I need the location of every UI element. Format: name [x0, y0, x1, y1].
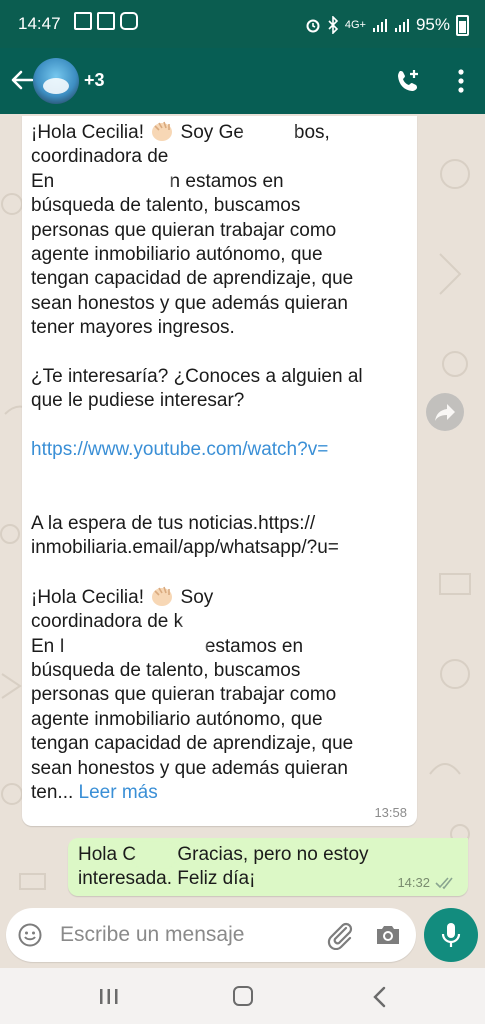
incoming-message[interactable]: ¡Hola Cecilia! Soy Gexxxxbos, coordinado…: [22, 116, 417, 826]
back-arrow-icon[interactable]: [8, 66, 36, 94]
outgoing-text: interesada. Feliz día¡: [78, 868, 256, 889]
attach-icon[interactable]: [324, 920, 354, 950]
greeting-text: ¡Hola Cecilia!: [31, 122, 150, 143]
chat-header: +3: [0, 48, 485, 114]
redacted-text: xxx: [183, 613, 224, 632]
intro-text: En: [31, 170, 60, 192]
intro-text: En I: [31, 635, 65, 657]
outgoing-text: Gracias, pero no estoy: [172, 844, 369, 865]
message-input[interactable]: [58, 919, 312, 951]
notification-icons: [74, 12, 138, 30]
waiting-text: A la espera de tus noticias.https:// inm…: [31, 512, 339, 558]
read-more-link[interactable]: Leer más: [79, 782, 158, 803]
emoji-icon[interactable]: [18, 923, 42, 947]
waving-hand-icon: [152, 121, 173, 141]
incoming-message-text: ¡Hola Cecilia! Soy Gexxxxbos, coordinado…: [31, 120, 411, 805]
signal-icon-2: [394, 18, 409, 32]
redacted-text: xx: [136, 845, 173, 864]
bluetooth-icon: [328, 15, 338, 34]
youtube-link[interactable]: https://www.youtube.com/watch?v=: [31, 439, 328, 460]
outgoing-text: Hola C: [78, 844, 137, 865]
redacted-text: xxxxxxxxxx: [64, 637, 205, 656]
battery-percent: 95%: [415, 14, 450, 34]
signal-icon: [372, 18, 387, 32]
screen-notification-icon: [97, 12, 115, 30]
message-body: búsqueda de talento, buscamos personas q…: [31, 195, 354, 339]
redacted-text: xxxxxxxx: [59, 172, 170, 191]
message-time: 14:32: [397, 875, 430, 890]
waving-hand-icon: [152, 586, 173, 606]
question-text: ¿Te interesaría? ¿Conoces a alguien al q…: [31, 366, 363, 412]
camera-icon[interactable]: [374, 922, 402, 948]
redacted-text: xxxx: [243, 123, 294, 142]
add-call-icon[interactable]: [395, 68, 421, 94]
microphone-icon: [441, 923, 461, 947]
outgoing-message-text: Hola Cxx Gracias, pero no estoy interesad…: [78, 843, 378, 891]
voice-record-button[interactable]: [424, 908, 478, 962]
recent-apps-icon[interactable]: [99, 988, 119, 1005]
greeting-text: Soy Ge: [175, 122, 244, 143]
alarm-icon: [306, 19, 320, 32]
greeting-text: bos,: [293, 122, 330, 143]
message-composer: [6, 908, 416, 962]
system-nav-bar: [0, 968, 485, 1024]
instagram-icon: [120, 12, 138, 30]
status-time: 14:47: [18, 14, 61, 33]
intro-text: estamos en: [204, 635, 304, 657]
message-body: búsqueda de talento, buscamos personas q…: [31, 659, 354, 779]
greeting-text: ¡Hola Cecilia!: [31, 586, 150, 608]
battery-icon: [456, 15, 469, 36]
forward-icon: [435, 404, 455, 421]
greeting-text: Soy: [175, 586, 214, 608]
system-icons: 4G+ 95%: [305, 14, 469, 36]
forward-button[interactable]: [426, 393, 464, 431]
nav-back-icon[interactable]: [372, 986, 388, 1008]
read-ticks-icon: [435, 877, 453, 890]
contact-avatar[interactable]: [33, 58, 79, 104]
more-options-icon[interactable]: [457, 68, 465, 94]
contact-name[interactable]: +3: [84, 70, 105, 91]
message-time: 13:58: [374, 805, 407, 820]
redacted-text: xxxxxxxx: [31, 465, 151, 484]
redacted-text: xx: [173, 148, 204, 167]
coordinator-text: coordinadora de k: [31, 611, 184, 633]
home-icon[interactable]: [233, 986, 253, 1006]
status-bar: 14:47 4G+ 95%: [0, 0, 485, 48]
network-type: 4G+: [344, 18, 366, 31]
screen-notification-icon: [74, 12, 92, 30]
outgoing-message[interactable]: Hola Cxx Gracias, pero no estoy interesad…: [68, 838, 468, 896]
truncated-text: ten...: [31, 781, 74, 803]
coordinator-text: coordinadora de: [31, 146, 174, 168]
intro-text: n estamos en: [169, 170, 284, 192]
